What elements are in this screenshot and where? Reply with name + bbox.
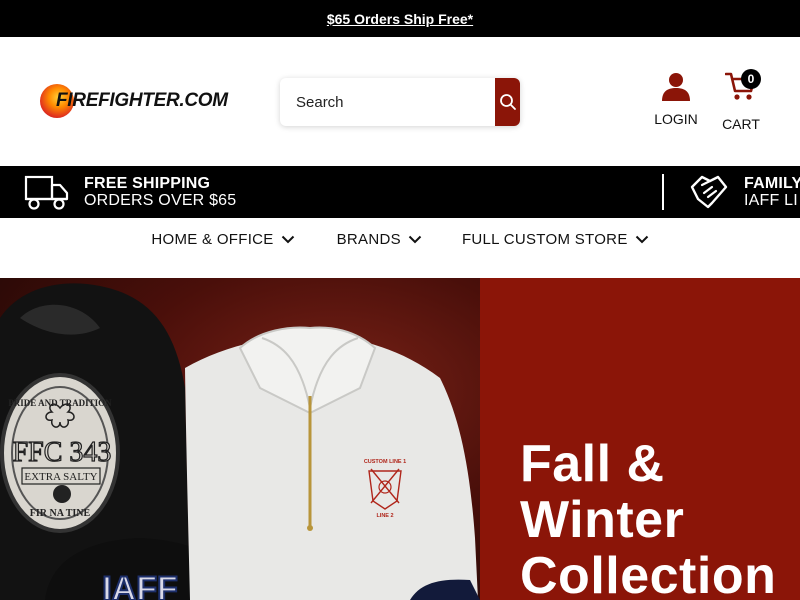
- svg-text:IAFF: IAFF: [102, 570, 178, 600]
- hero-banner[interactable]: PRIDE AND TRADITION FFC 343 EXTRA SALTY …: [0, 278, 800, 600]
- main-nav: HOME & OFFICE BRANDS FULL CUSTOM STORE: [0, 218, 800, 278]
- login-label: LOGIN: [654, 111, 698, 127]
- nav-item-brands[interactable]: BRANDS: [337, 218, 422, 260]
- site-header: FIREFIGHTER.COM LOGIN 0 CART: [0, 37, 800, 166]
- hero-title: Fall & Winter Collection: [520, 435, 777, 600]
- svg-text:EXTRA SALTY: EXTRA SALTY: [24, 471, 97, 483]
- svg-text:FFC 343: FFC 343: [13, 437, 112, 468]
- svg-text:CUSTOM LINE 1: CUSTOM LINE 1: [364, 459, 406, 465]
- search-icon: [499, 94, 516, 110]
- benefit-title: FAMILY: [744, 175, 800, 192]
- search-button[interactable]: [495, 78, 520, 126]
- cart-count-badge: 0: [741, 69, 761, 89]
- nav-item-label: FULL CUSTOM STORE: [461, 230, 628, 248]
- nav-item-full-custom-store[interactable]: FULL CUSTOM STORE: [462, 218, 649, 260]
- cart-label: CART: [722, 116, 760, 132]
- nav-item-home-office[interactable]: HOME & OFFICE: [151, 218, 294, 260]
- cart-link[interactable]: 0 CART: [720, 69, 762, 132]
- benefit-bar: FREE SHIPPING ORDERS OVER $65 FAMILY IAF…: [0, 166, 800, 218]
- user-icon: [662, 73, 690, 101]
- benefit-divider: [662, 174, 664, 210]
- nav-item-label: BRANDS: [336, 230, 401, 248]
- logo-text: FIREFIGHTER.COM: [56, 90, 228, 111]
- nav-item-label: HOME & OFFICE: [151, 230, 274, 248]
- site-logo[interactable]: FIREFIGHTER.COM: [40, 83, 228, 119]
- promo-link[interactable]: $65 Orders Ship Free*: [327, 11, 473, 27]
- truck-icon: [24, 175, 69, 210]
- hero-text-panel: Fall & Winter Collection: [480, 278, 800, 600]
- chevron-down-icon: [635, 235, 648, 243]
- search-input[interactable]: [280, 78, 495, 126]
- benefit-subtitle: ORDERS OVER $65: [84, 192, 237, 209]
- chevron-down-icon: [408, 235, 422, 243]
- promo-bar: $65 Orders Ship Free*: [0, 0, 800, 37]
- svg-text:LINE 2: LINE 2: [376, 513, 393, 519]
- cart-icon-wrap: 0: [724, 69, 761, 106]
- chevron-down-icon: [281, 235, 294, 243]
- hero-product-image: PRIDE AND TRADITION FFC 343 EXTRA SALTY …: [0, 278, 480, 600]
- benefit-free-shipping: FREE SHIPPING ORDERS OVER $65: [24, 166, 236, 218]
- login-link[interactable]: LOGIN: [653, 71, 699, 127]
- search-bar: [280, 78, 520, 126]
- svg-text:PRIDE AND TRADITION: PRIDE AND TRADITION: [8, 398, 112, 408]
- handshake-icon: [690, 175, 728, 209]
- benefit-family: FAMILY IAFF LI: [688, 166, 800, 218]
- benefit-subtitle: IAFF LI: [744, 192, 798, 209]
- benefit-title: FREE SHIPPING: [84, 175, 211, 192]
- svg-text:FIR NA TINE: FIR NA TINE: [30, 508, 91, 519]
